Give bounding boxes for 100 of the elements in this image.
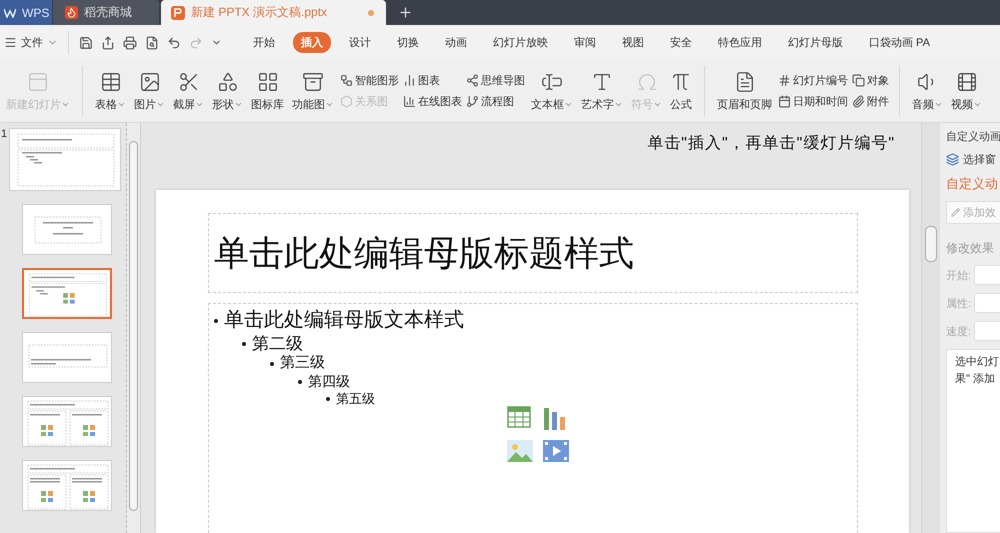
ribbon-button[interactable]: 页眉和页脚 [715,60,774,122]
save-icon[interactable] [79,36,93,50]
field-label: 开始: [946,268,970,282]
slide-title: 单击此处编辑母版标题样式 [213,232,634,274]
unsaved-dot-icon [368,10,374,16]
hexagon-icon [340,95,353,108]
ribbon-button[interactable]: 幻灯片编号 [778,73,848,88]
section-title: 修改效果 [946,240,995,257]
ribbon-button[interactable]: 形状 [210,60,245,122]
ribbon-button[interactable]: 图标库 [249,60,286,122]
file-menu[interactable]: 文件 [21,35,43,50]
ribbon-tab[interactable]: 口袋动画 PA [861,32,938,53]
menu-icon[interactable] [4,36,17,49]
ribbon-button[interactable]: 视频 [949,60,984,122]
ribbon-button[interactable]: 附件 [852,94,889,109]
ribbon-tab[interactable]: 特色应用 [710,32,770,53]
slide-number: 1 [0,128,8,140]
ribbon-tab[interactable]: 动画 [437,32,475,53]
ribbon-tab[interactable]: 幻灯片放映 [485,32,556,53]
shapes-icon [216,70,238,92]
ribbon-button[interactable]: 表格 [93,60,128,122]
bar-chart-icon[interactable] [543,406,567,430]
table-icon[interactable] [507,406,531,428]
ribbon-button[interactable]: 图表 [403,73,462,88]
slide-icon [27,70,49,92]
select-pane-icon [946,153,959,166]
ribbon-tab[interactable]: 开始 [245,32,283,53]
slide-thumbnail[interactable] [22,268,112,319]
ribbon-button[interactable]: 文本框 [529,60,575,122]
diagram-icon [340,74,353,87]
title-placeholder[interactable]: 单击此处编辑母版标题样式 [208,213,858,293]
section-title: 自定义动 [946,175,999,193]
input-field[interactable] [974,321,1000,341]
presentation-file-icon [171,6,185,20]
content-placeholder[interactable]: 单击此处编辑母版文本样式 第二级 第三级 第四级 第五级 [208,303,858,533]
bullet-text: 第五级 [336,390,375,407]
printer-icon[interactable] [123,36,137,50]
ribbon-button[interactable]: 思维导图 [466,73,525,88]
slide-thumbnail[interactable] [22,332,112,383]
tab-label: 稻壳商城 [84,4,132,21]
tab-label: WPS [22,6,50,20]
flowchart-icon [466,95,479,108]
ribbon-button[interactable]: 对象 [852,73,889,88]
image-icon [138,70,160,92]
ribbon-button[interactable]: 流程图 [466,94,525,109]
box-icon [302,70,324,92]
ribbon-button[interactable]: 智能图形 [340,73,399,88]
hint-text: 选中幻灯 果" 添加 [946,349,1000,533]
print-preview-icon[interactable] [145,36,159,50]
slide-thumbnail[interactable] [9,128,121,191]
ribbon-tab[interactable]: 切换 [389,32,427,53]
instruction-text: 单击"插入"，再单击"缓灯片编号" [647,134,895,154]
hash-icon [778,74,791,87]
bullet-icon [270,362,274,366]
bullet-text: 单击此处编辑母版文本样式 [224,308,464,333]
copy-icon [852,74,865,87]
bar-chart-icon [403,74,416,87]
bullet-icon [242,342,246,346]
new-tab-icon[interactable] [398,5,413,20]
table-icon [100,70,122,92]
select-pane-link[interactable]: 选择窗 [963,152,996,167]
flame-icon [65,6,78,19]
field-label: 速度: [946,324,970,338]
pencil-icon [951,208,960,217]
scrollbar-thumb[interactable] [925,226,937,262]
bullet-icon [214,318,218,322]
ribbon-button[interactable]: 音频 [910,60,945,122]
picture-icon[interactable] [507,440,533,462]
ribbon-button[interactable]: 在线图表 [403,94,462,109]
ribbon-button[interactable]: 公式 [668,60,694,122]
ribbon-button[interactable]: 截屏 [171,60,206,122]
ribbon-button[interactable]: 图片 [132,60,167,122]
undo-icon[interactable] [167,36,181,50]
ribbon-tab[interactable]: 视图 [614,32,652,53]
window-tab[interactable]: 稻壳商城 [53,0,159,25]
ribbon-tab[interactable]: 设计 [341,32,379,53]
input-field[interactable] [974,293,1000,313]
ribbon-button[interactable]: 艺术字 [579,60,625,122]
mind-map-icon [466,74,479,87]
calendar-icon [778,95,791,108]
field-label: 属性: [946,296,970,310]
redo-icon[interactable] [189,36,203,50]
slide-thumbnail[interactable] [22,204,112,255]
ribbon-tab[interactable]: 安全 [662,32,700,53]
wps-logo-icon [4,8,16,18]
paperclip-icon [852,95,865,108]
slide-thumbnail[interactable] [22,460,112,511]
ribbon-tab[interactable]: 幻灯片母版 [780,32,851,53]
column-chart-icon [403,95,416,108]
window-tab[interactable]: WPS [0,0,52,25]
scrollbar-thumb[interactable] [129,141,138,511]
ribbon-button[interactable]: 功能图 [290,60,336,122]
scissors-icon [178,70,200,92]
input-field[interactable] [974,265,1000,285]
slide-thumbnail[interactable] [22,396,112,447]
bullet-text: 第四级 [308,373,350,390]
video-icon[interactable] [543,440,569,462]
ribbon-button[interactable]: 日期和时间 [778,94,848,109]
ribbon-tab[interactable]: 审阅 [566,32,604,53]
bullet-icon [326,396,330,401]
